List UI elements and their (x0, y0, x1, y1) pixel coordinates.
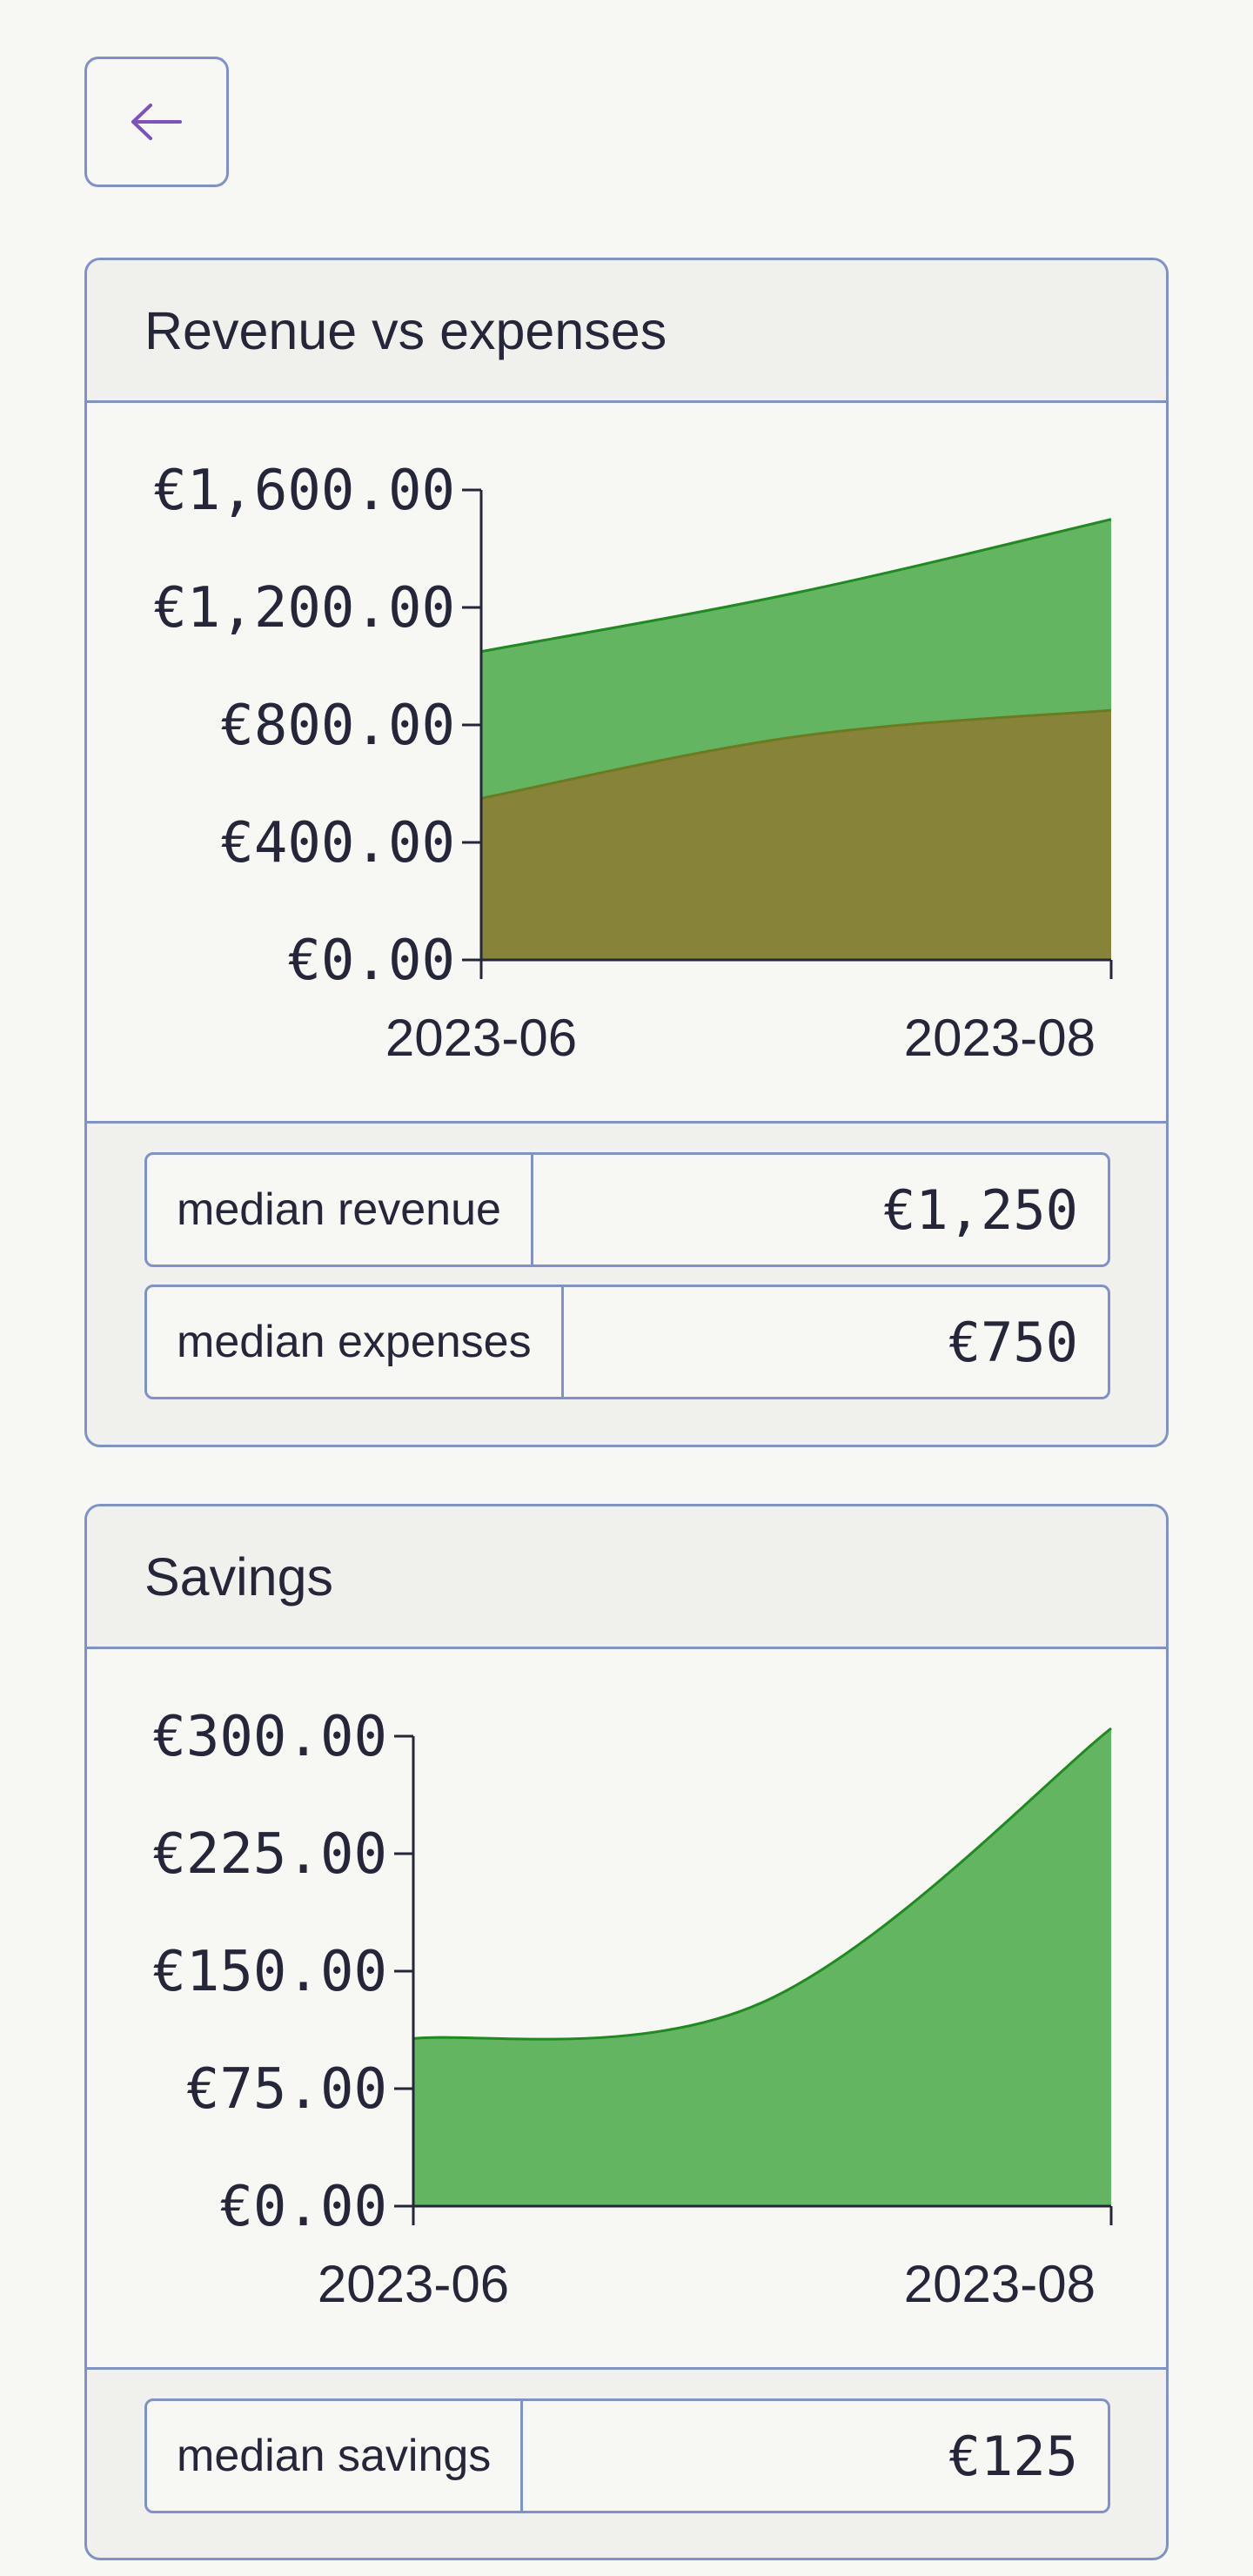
y-tick-label: €0.00 (287, 929, 455, 993)
card-title: Revenue vs expenses (87, 260, 1166, 403)
y-tick-label: €1,200.00 (153, 576, 455, 641)
savings-chart-svg: €0.00 €75.00 €150.00 €225.00 €300.00 2023-06 2… (152, 1705, 1113, 2313)
stat-median-revenue: median revenue €1,250 (144, 1152, 1110, 1267)
revenue-expenses-chart-svg: €0.00 €400.00 €800.00 €1,200.00 €1,600.00 202… (153, 459, 1113, 1067)
stat-value: €1,250 (883, 1177, 1078, 1242)
x-tick-label: 2023-06 (385, 1009, 577, 1067)
revenue-expenses-card: Revenue vs expenses €0.00 €400.00 €800.00 €… (84, 258, 1169, 1447)
stat-label: median expenses (147, 1287, 564, 1397)
stat-value: €125 (948, 2424, 1078, 2488)
x-tick-label: 2023-08 (904, 1009, 1096, 1067)
x-tick-label: 2023-06 (318, 2255, 509, 2313)
savings-chart: €0.00 €75.00 €150.00 €225.00 €300.00 2023-06 2… (87, 1649, 1166, 2370)
back-button[interactable] (84, 57, 229, 187)
series-area-savings (413, 1728, 1111, 2206)
stat-median-savings: median savings €125 (144, 2398, 1110, 2513)
arrow-left-icon (131, 104, 182, 140)
stat-value: €750 (948, 1310, 1078, 1374)
y-tick-label: €0.00 (219, 2175, 387, 2239)
y-tick-label: €800.00 (220, 694, 455, 758)
y-tick-label: €300.00 (152, 1705, 387, 1769)
stat-label: median savings (147, 2401, 524, 2511)
card-title: Savings (87, 1506, 1166, 1649)
y-tick-label: €225.00 (152, 1822, 387, 1887)
stat-median-expenses: median expenses €750 (144, 1285, 1110, 1399)
stat-label: median revenue (147, 1155, 533, 1265)
y-tick-label: €75.00 (186, 2057, 387, 2122)
savings-card: Savings €0.00 €75.00 €150.00 €225.00 €300.00… (84, 1504, 1169, 2560)
revenue-expenses-chart: €0.00 €400.00 €800.00 €1,200.00 €1,600.00 202… (87, 403, 1166, 1124)
x-tick-label: 2023-08 (904, 2255, 1096, 2313)
y-tick-label: €400.00 (220, 811, 455, 875)
y-tick-label: €150.00 (152, 1940, 387, 2004)
y-tick-label: €1,600.00 (153, 459, 455, 523)
